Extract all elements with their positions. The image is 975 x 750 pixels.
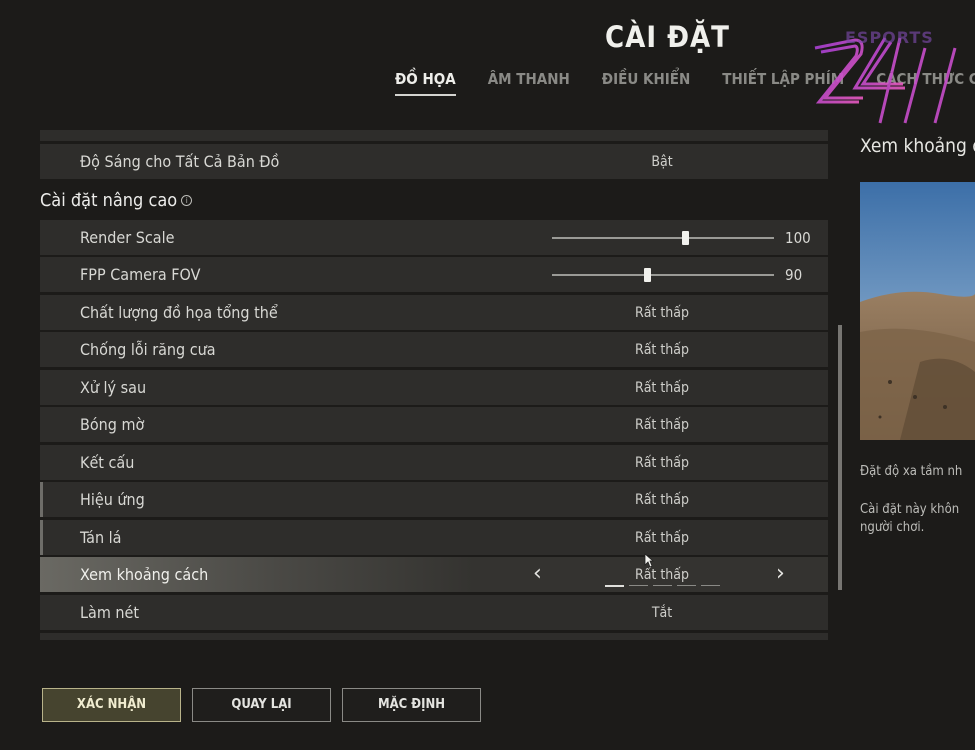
tab-controls[interactable]: ĐIỀU KHIỂN bbox=[602, 70, 690, 96]
setting-label: Xem khoảng cách bbox=[80, 565, 209, 584]
setting-label: Chống lỗi răng cưa bbox=[80, 340, 216, 359]
level-dash bbox=[701, 585, 720, 586]
chevron-right-icon[interactable]: › bbox=[776, 561, 785, 586]
mouse-cursor-icon bbox=[644, 553, 654, 568]
section-title: Cài đặt nâng cao i bbox=[40, 190, 193, 211]
esports-24h-logo: ESPORTS bbox=[785, 28, 965, 133]
settings-row-sharpen[interactable]: Làm nét Tắt bbox=[40, 595, 828, 630]
slider-thumb[interactable] bbox=[682, 231, 690, 245]
settings-row-view-distance[interactable]: Xem khoảng cách ‹ Rất thấp › bbox=[40, 557, 828, 592]
logo-text: ESPORTS bbox=[845, 28, 934, 47]
settings-scrollbar[interactable] bbox=[838, 325, 842, 590]
setting-value: Rất thấp bbox=[634, 342, 690, 358]
setting-value: Rất thấp bbox=[634, 305, 690, 321]
preview-image bbox=[860, 182, 975, 440]
settings-row-shadows[interactable]: Bóng mờ Rất thấp bbox=[40, 407, 828, 442]
settings-row-next bbox=[40, 633, 828, 640]
setting-value: Rất thấp bbox=[634, 455, 690, 471]
side-description: Đặt độ xa tầm nh bbox=[860, 464, 963, 479]
level-dash bbox=[653, 585, 672, 586]
settings-row-overall-quality[interactable]: Chất lượng đồ họa tổng thể Rất thấp bbox=[40, 295, 828, 330]
setting-label: Tán lá bbox=[80, 528, 122, 547]
settings-row-fpp-fov[interactable]: FPP Camera FOV 90 bbox=[40, 257, 828, 292]
side-panel-title: Xem khoảng c bbox=[860, 135, 975, 157]
level-dash bbox=[677, 585, 696, 586]
level-dash bbox=[629, 585, 648, 586]
confirm-button[interactable]: XÁC NHẬN bbox=[42, 688, 181, 722]
setting-value: Rất thấp bbox=[634, 530, 690, 546]
setting-value: Rất thấp bbox=[634, 380, 690, 396]
section-title-text: Cài đặt nâng cao bbox=[40, 190, 178, 211]
setting-value: Bật bbox=[651, 154, 673, 170]
setting-value: Rất thấp bbox=[634, 417, 690, 433]
render-scale-slider[interactable] bbox=[552, 231, 774, 245]
settings-row-effects[interactable]: Hiệu ứng Rất thấp bbox=[40, 482, 828, 517]
tab-graphics[interactable]: ĐỒ HỌA bbox=[395, 70, 456, 96]
setting-label: FPP Camera FOV bbox=[80, 265, 201, 284]
settings-row-anti-aliasing[interactable]: Chống lỗi răng cưa Rất thấp bbox=[40, 332, 828, 367]
settings-panel: Độ Sáng cho Tất Cả Bản Đồ Bật Cài đặt nâ… bbox=[40, 130, 830, 640]
settings-row-brightness[interactable]: Độ Sáng cho Tất Cả Bản Đồ Bật bbox=[40, 144, 828, 179]
default-button[interactable]: MẶC ĐỊNH bbox=[342, 688, 481, 722]
level-indicator bbox=[605, 585, 721, 587]
side-note-line2: người chơi. bbox=[860, 520, 925, 535]
setting-value: Rất thấp bbox=[634, 492, 690, 508]
side-note-line1: Cài đặt này khôn bbox=[860, 502, 960, 517]
slider-thumb[interactable] bbox=[644, 268, 652, 282]
setting-label: Xử lý sau bbox=[80, 378, 147, 397]
tab-sound[interactable]: ÂM THANH bbox=[488, 70, 570, 96]
slider-value: 90 bbox=[785, 266, 803, 284]
setting-label: Hiệu ứng bbox=[80, 490, 145, 509]
settings-row-hidden bbox=[40, 130, 828, 141]
settings-row-render-scale[interactable]: Render Scale 100 bbox=[40, 220, 828, 255]
setting-label: Độ Sáng cho Tất Cả Bản Đồ bbox=[80, 152, 280, 171]
slider-value: 100 bbox=[785, 229, 811, 247]
setting-label: Chất lượng đồ họa tổng thể bbox=[80, 303, 278, 322]
setting-label: Bóng mờ bbox=[80, 415, 145, 434]
level-dash bbox=[605, 585, 624, 587]
back-button[interactable]: QUAY LẠI bbox=[192, 688, 331, 722]
setting-label: Làm nét bbox=[80, 603, 140, 622]
settings-row-textures[interactable]: Kết cấu Rất thấp bbox=[40, 445, 828, 480]
settings-row-post-processing[interactable]: Xử lý sau Rất thấp bbox=[40, 370, 828, 405]
info-icon[interactable]: i bbox=[181, 195, 193, 206]
setting-label: Kết cấu bbox=[80, 453, 135, 472]
setting-value: Rất thấp bbox=[634, 567, 690, 583]
setting-value: Tắt bbox=[651, 605, 673, 621]
fov-slider[interactable] bbox=[552, 268, 774, 282]
chevron-left-icon[interactable]: ‹ bbox=[533, 561, 542, 586]
setting-label: Render Scale bbox=[80, 228, 175, 247]
settings-row-foliage[interactable]: Tán lá Rất thấp bbox=[40, 520, 828, 555]
